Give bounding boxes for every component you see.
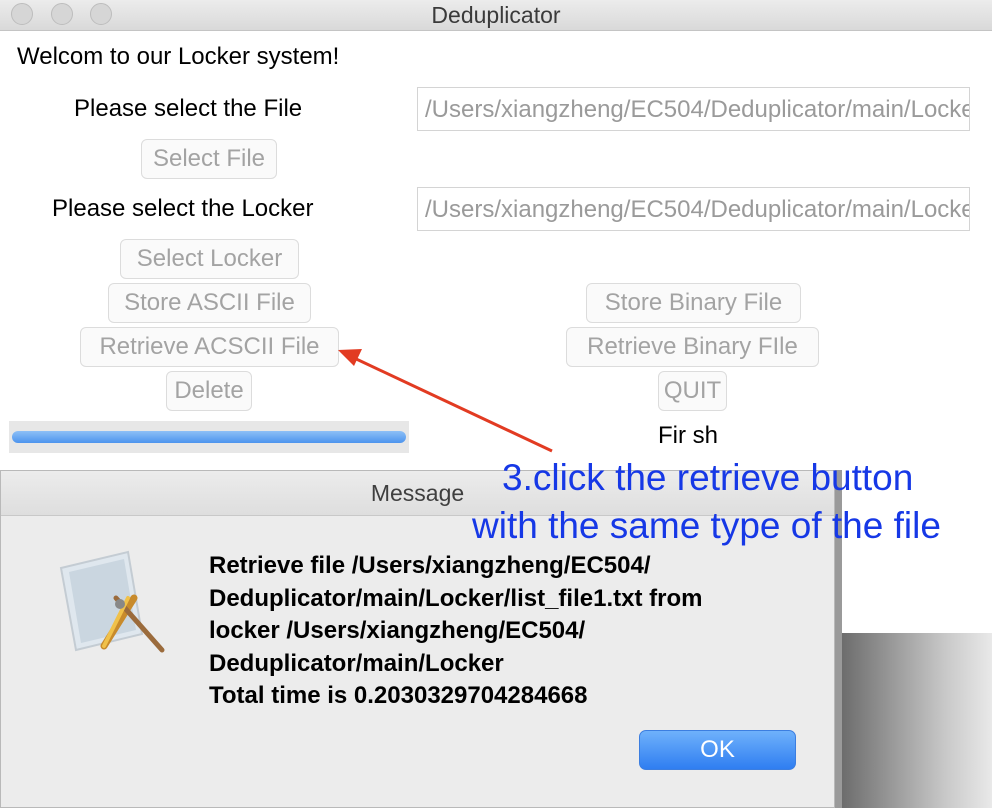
progress-bar-fill: [12, 431, 406, 443]
locker-path-field[interactable]: /Users/xiangzheng/EC504/Deduplicator/mai…: [417, 187, 970, 231]
retrieve-ascii-button[interactable]: Retrieve ACSCII File: [80, 327, 339, 367]
dialog-message-line: Deduplicator/main/Locker/list_file1.txt …: [209, 584, 703, 612]
select-file-button[interactable]: Select File: [141, 139, 277, 179]
ok-button[interactable]: OK: [639, 730, 796, 770]
progress-bar: [9, 421, 409, 453]
annotation-line-1: 3.click the retrieve button: [502, 457, 914, 498]
retrieve-binary-button[interactable]: Retrieve Binary FIle: [566, 327, 819, 367]
annotation-line-2: with the same type of the file: [472, 505, 941, 546]
window-title: Deduplicator: [431, 2, 561, 28]
dialog-message-line: Deduplicator/main/Locker: [209, 649, 504, 677]
dialog-message-line: locker /Users/xiangzheng/EC504/: [209, 617, 586, 644]
status-text: Fir sh: [658, 422, 718, 449]
delete-button[interactable]: Delete: [166, 371, 252, 411]
select-locker-button[interactable]: Select Locker: [120, 239, 299, 279]
store-ascii-button[interactable]: Store ASCII File: [108, 283, 311, 323]
window-titlebar: Deduplicator: [0, 0, 992, 31]
store-binary-button[interactable]: Store Binary File: [586, 283, 801, 323]
script-editor-app-icon: [56, 546, 176, 656]
dialog-message-line: Retrieve file /Users/xiangzheng/EC504/: [209, 552, 651, 579]
quit-button[interactable]: QUIT: [658, 371, 727, 411]
locker-label: Please select the Locker: [52, 195, 314, 222]
welcome-label: Welcom to our Locker system!: [17, 43, 340, 70]
dialog-message: Retrieve file /Users/xiangzheng/EC504/ D…: [209, 550, 809, 713]
dialog-shadow: [839, 633, 992, 808]
file-path-field[interactable]: /Users/xiangzheng/EC504/Deduplicator/mai…: [417, 87, 970, 131]
dialog-message-line: Total time is 0.2030329704284668: [209, 682, 588, 709]
file-label: Please select the File: [74, 95, 303, 122]
